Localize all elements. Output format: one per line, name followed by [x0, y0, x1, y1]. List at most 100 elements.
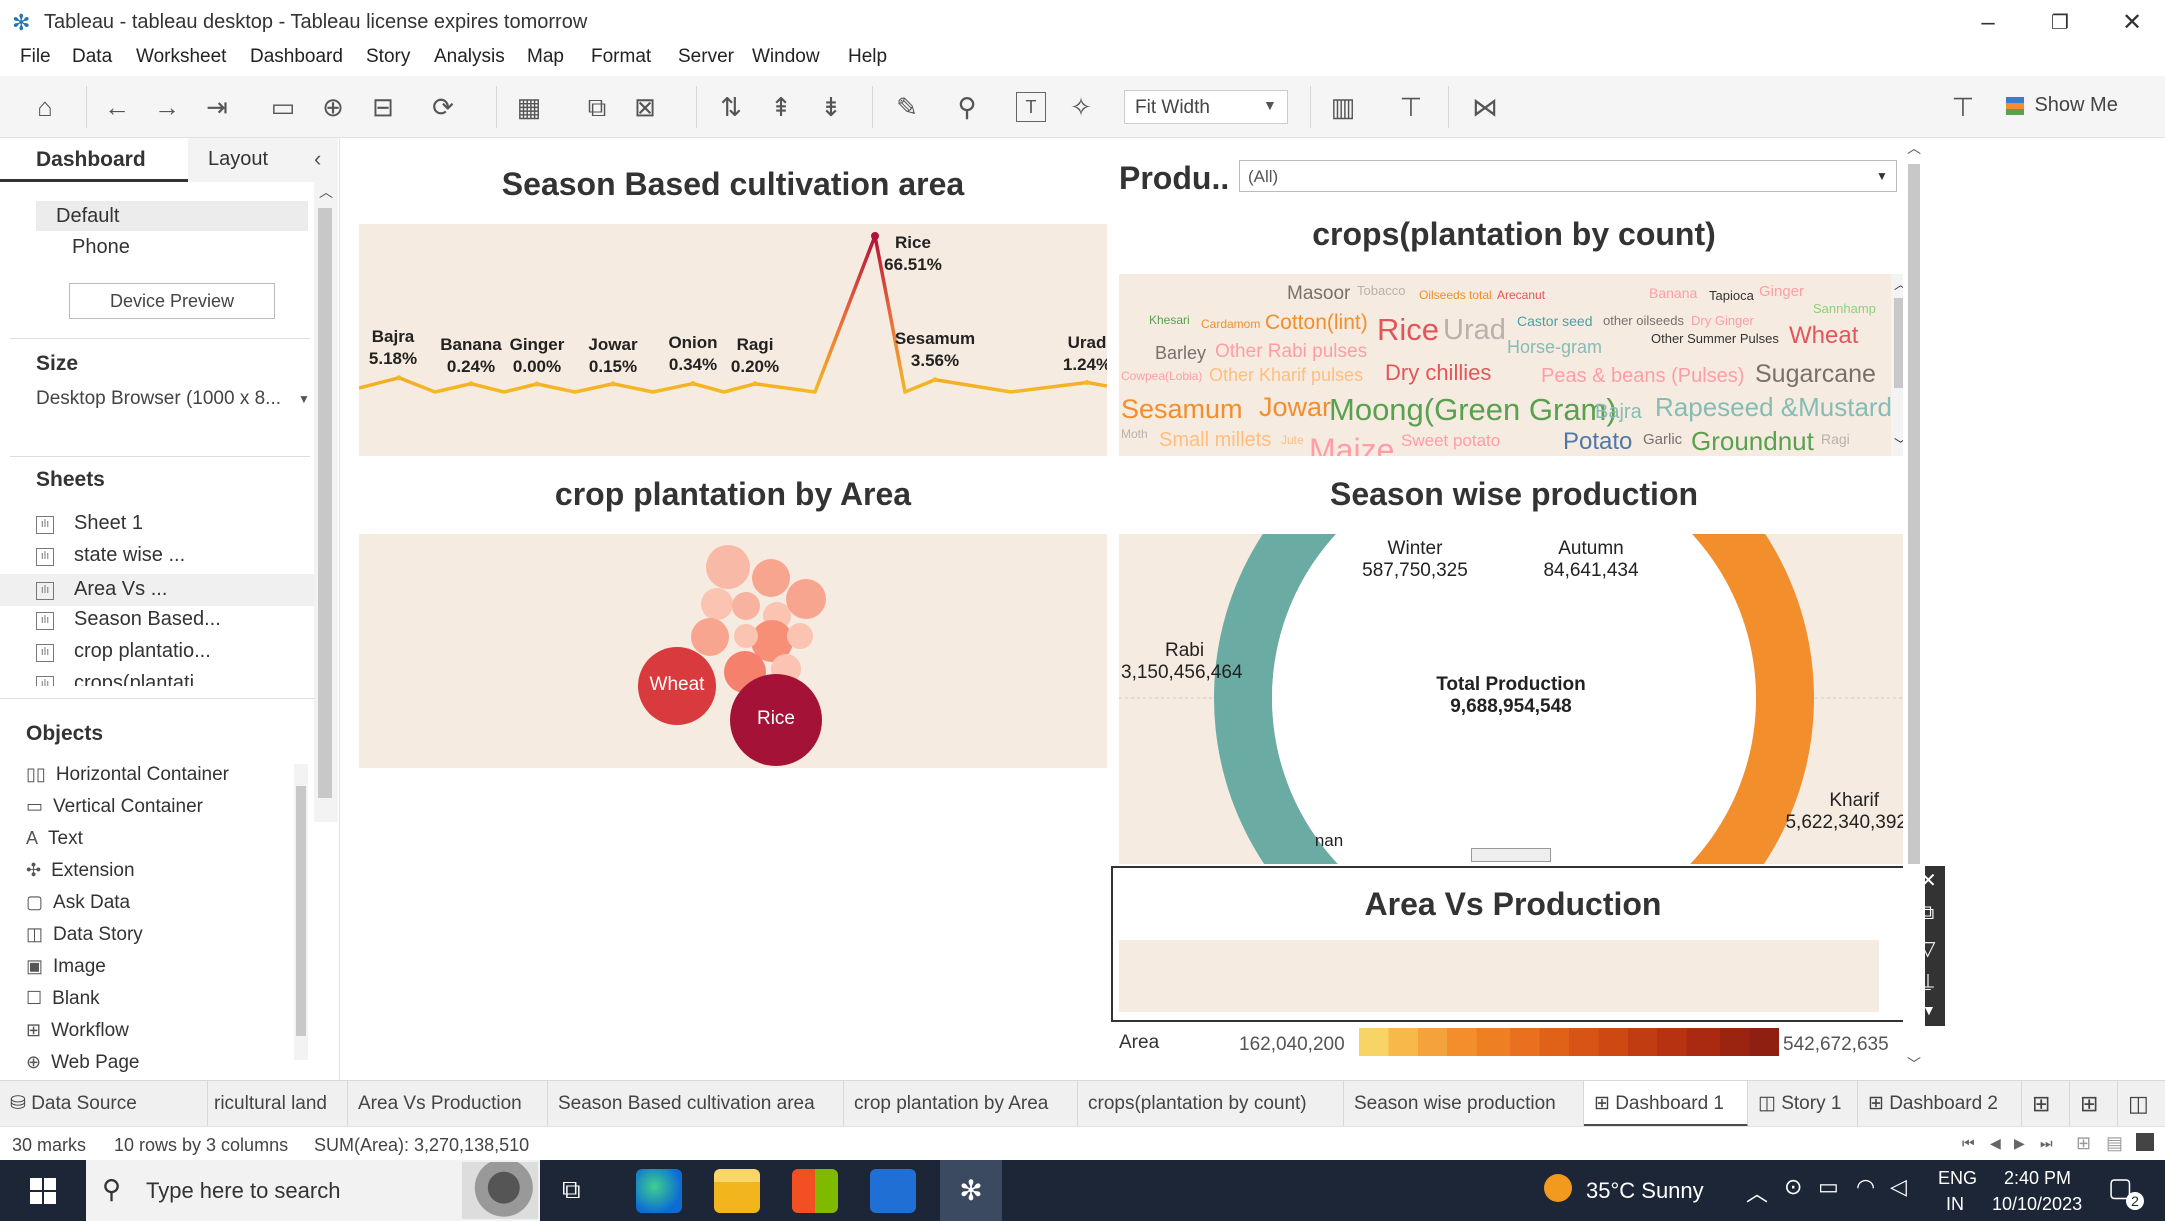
object-data-story[interactable]: ◫ Data Story [26, 924, 143, 946]
word[interactable]: Wheat [1789, 324, 1858, 348]
season-point[interactable] [610, 381, 616, 387]
word[interactable]: Dry Ginger [1691, 314, 1754, 327]
swap-icon[interactable]: ⇅ [714, 90, 748, 124]
word[interactable]: Masoor [1287, 284, 1350, 303]
word[interactable]: Tobacco [1357, 284, 1405, 297]
menu-dashboard[interactable]: Dashboard [250, 46, 343, 68]
word[interactable]: Cowpea(Lobia) [1121, 370, 1202, 382]
menu-worksheet[interactable]: Worksheet [136, 46, 226, 68]
save-icon[interactable]: ▭ [266, 90, 300, 124]
refresh-icon[interactable]: ⟳ [426, 90, 460, 124]
word[interactable]: Ragi [1821, 432, 1850, 446]
sort-desc-icon[interactable]: ⇟ [814, 90, 848, 124]
menu-server[interactable]: Server [678, 46, 734, 68]
word[interactable]: Castor seed [1517, 314, 1592, 328]
word[interactable]: Tapioca [1709, 289, 1754, 302]
text-label-icon[interactable]: T [1016, 92, 1046, 122]
share-icon[interactable]: ⋈ [1468, 90, 1502, 124]
mail-icon[interactable] [870, 1169, 916, 1213]
word[interactable]: Garlic [1643, 432, 1682, 447]
menu-story[interactable]: Story [366, 46, 410, 68]
tab-layout[interactable]: Layout ‹ [188, 138, 338, 182]
season-point[interactable] [752, 381, 758, 387]
weather-text[interactable]: 35°C Sunny [1586, 1178, 1704, 1204]
first-sheet-icon[interactable]: ⏮ [1962, 1135, 1975, 1152]
crop-area-bubble-chart[interactable]: Wheat Rice [359, 534, 1107, 768]
area-vs-production-container[interactable]: Area Vs Production [1111, 866, 1927, 1022]
crops-wordcloud[interactable]: Masoor Tobacco Oilseeds total Arecanut B… [1119, 274, 1909, 456]
tab-story-1[interactable]: ◫ Story 1 [1748, 1081, 1858, 1127]
tray-app-icon[interactable]: ⊙ [1784, 1174, 1802, 1200]
object-text[interactable]: A Text [26, 828, 83, 850]
sheet-item[interactable]: ılı Area Vs ... [0, 574, 315, 606]
menu-window[interactable]: Window [752, 46, 820, 68]
grid-view-icon[interactable]: ⊞ [2076, 1133, 2091, 1154]
filmstrip-view-icon[interactable]: ▤ [2106, 1133, 2123, 1154]
tab-crops-count[interactable]: crops(plantation by count) [1078, 1081, 1344, 1127]
word[interactable]: Maize [1309, 434, 1394, 456]
word[interactable]: Jowar [1259, 394, 1331, 421]
new-datasource-icon[interactable]: ⊕ [316, 90, 350, 124]
word[interactable]: Rice [1377, 314, 1439, 345]
word[interactable]: Banana [1649, 286, 1697, 300]
object-extension[interactable]: ✣ Extension [26, 860, 135, 882]
size-dropdown[interactable]: Desktop Browser (1000 x 8... ▼ [36, 388, 312, 418]
show-me-button[interactable]: Show Me [2006, 94, 2118, 124]
word[interactable]: Urad [1443, 316, 1506, 345]
duplicate-sheet-icon[interactable]: ⧉ [580, 90, 614, 124]
bubble[interactable] [787, 623, 813, 649]
menu-data[interactable]: Data [72, 46, 112, 68]
sheet-item[interactable]: ılı crops(plantati... [36, 672, 306, 686]
bubble[interactable] [701, 588, 733, 620]
task-view-icon[interactable]: ⧉ [562, 1174, 581, 1206]
product-filter-dropdown[interactable]: (All) ▼ [1239, 160, 1897, 192]
word[interactable]: Arecanut [1497, 289, 1545, 301]
tray-chevron-icon[interactable]: ︿ [1746, 1176, 1768, 1208]
sheets-scrollbar[interactable]: ︿ [314, 182, 338, 822]
canvas-scrollbar[interactable]: ︿ ﹀ [1903, 138, 1925, 1078]
season-point[interactable] [468, 381, 474, 387]
tab-data-source[interactable]: ⛁ Data Source [0, 1081, 208, 1127]
taskbar-search[interactable]: ⚲ Type here to search [86, 1160, 540, 1221]
fit-dropdown[interactable]: Fit Width ▼ [1124, 90, 1288, 124]
word[interactable]: Rapeseed &Mustard [1655, 394, 1892, 420]
tab-area-vs-production[interactable]: Area Vs Production [348, 1081, 548, 1127]
sheet-item[interactable]: ılı crop plantatio... [36, 640, 306, 668]
scroll-thumb[interactable] [1908, 164, 1920, 864]
battery-icon[interactable]: ▭ [1818, 1174, 1839, 1200]
word[interactable]: Sesamum [1121, 396, 1243, 423]
clear-sheet-icon[interactable]: ⊠ [628, 90, 662, 124]
season-cultivation-chart[interactable]: Bajra 5.18% Banana 0.24% Ginger 0.00% Jowar 0.1… [359, 224, 1107, 456]
tab-agricultural-land[interactable]: ricultural land [208, 1081, 348, 1127]
word[interactable]: Cardamom [1201, 318, 1260, 330]
tab-dashboard-1[interactable]: ⊞ Dashboard 1 [1584, 1081, 1748, 1127]
last-sheet-icon[interactable]: ⏭ [2040, 1135, 2053, 1152]
season-point[interactable] [534, 381, 540, 387]
word[interactable]: Oilseeds total [1419, 289, 1492, 301]
scroll-thumb[interactable] [296, 786, 306, 1036]
tab-dashboard[interactable]: Dashboard [0, 138, 188, 182]
new-dashboard-icon[interactable]: ⊞ [2070, 1081, 2118, 1127]
season-point[interactable] [871, 232, 879, 240]
season-point[interactable] [1084, 380, 1090, 386]
legend-gradient[interactable] [1359, 1028, 1779, 1056]
edge-icon[interactable] [636, 1169, 682, 1213]
object-image[interactable]: ▣ Image [26, 956, 106, 978]
windows-start-icon[interactable] [30, 1178, 56, 1204]
new-story-icon[interactable]: ◫ [2118, 1081, 2165, 1127]
word[interactable]: Small millets [1159, 430, 1271, 450]
word[interactable]: Barley [1155, 344, 1206, 362]
menu-analysis[interactable]: Analysis [434, 46, 505, 68]
word[interactable]: Moong(Green Gram) [1329, 394, 1617, 425]
word[interactable]: Khesari [1149, 314, 1190, 326]
object-horizontal-container[interactable]: ▯▯ Horizontal Container [26, 764, 229, 786]
tab-season-production[interactable]: Season wise production [1344, 1081, 1584, 1127]
object-ask-data[interactable]: ▢ Ask Data [26, 892, 130, 914]
cards-icon[interactable]: ▥ [1326, 90, 1360, 124]
object-web-page[interactable]: ⊕ Web Page [26, 1052, 139, 1074]
volume-icon[interactable]: ◁ [1890, 1174, 1907, 1200]
word[interactable]: Other Kharif pulses [1209, 366, 1363, 384]
word[interactable]: Moth [1121, 428, 1148, 440]
highlight-icon[interactable]: ✎ [890, 90, 924, 124]
tab-crop-plantation-area[interactable]: crop plantation by Area [844, 1081, 1078, 1127]
